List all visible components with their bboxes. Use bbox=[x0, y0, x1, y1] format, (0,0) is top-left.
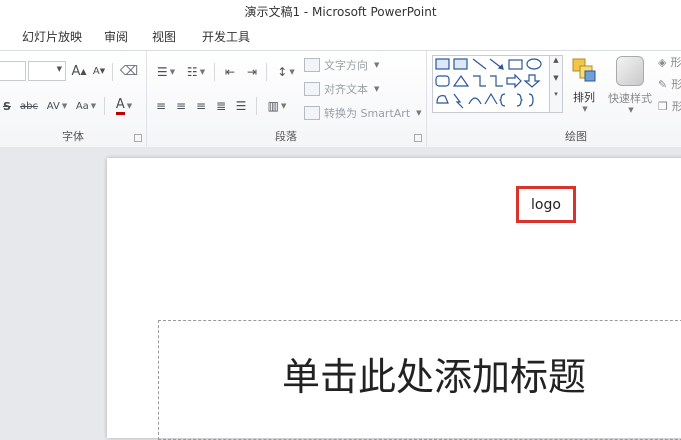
quick-styles-icon bbox=[616, 56, 644, 86]
font-dialog-launcher[interactable] bbox=[134, 134, 142, 142]
increase-indent-button[interactable]: ⇥ bbox=[242, 61, 262, 83]
line-spacing-icon: ↕ bbox=[277, 65, 288, 79]
pencil-icon: ✎ bbox=[658, 77, 668, 91]
scroll-down-icon[interactable]: ▼ bbox=[550, 74, 562, 82]
chevron-down-icon: ▼ bbox=[280, 102, 287, 110]
arrange-button[interactable]: 排列 ▼ bbox=[566, 52, 602, 118]
justify-icon: ≣ bbox=[215, 99, 227, 113]
shapes-gallery[interactable] bbox=[432, 55, 550, 113]
tab-view[interactable]: 视图 bbox=[152, 28, 176, 45]
shape-fill-button[interactable]: ◈ 形 bbox=[658, 54, 681, 70]
strikethrough-button[interactable]: S bbox=[0, 95, 14, 117]
paint-bucket-icon: ◈ bbox=[658, 55, 667, 69]
clear-format-button[interactable]: ⌫ bbox=[118, 60, 140, 82]
indent-icon: ⇥ bbox=[246, 65, 258, 79]
align-left-icon: ≡ bbox=[155, 99, 167, 113]
quick-styles-button[interactable]: 快速样式 ▼ bbox=[604, 52, 656, 118]
distributed-button[interactable]: ☰ bbox=[232, 95, 250, 117]
paragraph-group-label: 段落 bbox=[275, 130, 297, 143]
outdent-icon: ⇤ bbox=[224, 65, 236, 79]
bullet-list-icon: ☰ bbox=[156, 65, 168, 79]
text-direction-icon bbox=[304, 58, 320, 72]
shapes-gallery-scroll[interactable]: ▲ ▼ ▾ bbox=[549, 55, 563, 113]
align-center-icon: ≡ bbox=[175, 99, 187, 113]
shape-effects-button[interactable]: ❒ 形 bbox=[658, 98, 681, 114]
chevron-down-icon: ▼ bbox=[199, 68, 206, 76]
divider bbox=[112, 63, 113, 81]
font-group: ▼ A ▲ A ▼ ⌫ S abc AV ▼ Aa ▼ A ▼ 字体 bbox=[0, 51, 147, 147]
logo-textbox[interactable]: logo bbox=[516, 186, 576, 223]
chevron-down-icon: ▼ bbox=[126, 102, 133, 110]
chevron-down-icon: ▼ bbox=[90, 102, 97, 110]
justify-button[interactable]: ≣ bbox=[212, 95, 230, 117]
columns-button[interactable]: ▥ ▼ bbox=[262, 95, 292, 117]
chevron-down-icon: ▼ bbox=[374, 85, 380, 93]
align-text-button[interactable]: 对齐文本 ▼ bbox=[304, 81, 379, 97]
numbered-list-icon: ☷ bbox=[186, 65, 198, 79]
tab-developer[interactable]: 开发工具 bbox=[202, 28, 250, 45]
shadow-abc-button[interactable]: abc bbox=[16, 95, 42, 117]
font-size-field[interactable]: ▼ bbox=[28, 61, 66, 81]
tab-slideshow[interactable]: 幻灯片放映 bbox=[22, 28, 82, 45]
chevron-down-icon: ▼ bbox=[582, 105, 588, 113]
shrink-font-button[interactable]: A ▼ bbox=[90, 60, 108, 82]
divider bbox=[214, 63, 215, 81]
text-direction-button[interactable]: 文字方向 ▼ bbox=[304, 57, 379, 73]
char-spacing-button[interactable]: AV ▼ bbox=[44, 95, 70, 117]
divider bbox=[266, 63, 267, 81]
title-bar: 演示文稿1 - Microsoft PowerPoint bbox=[0, 0, 681, 24]
chevron-down-icon: ▼ bbox=[374, 61, 380, 69]
chevron-down-icon: ▼ bbox=[628, 106, 634, 114]
columns-icon: ▥ bbox=[267, 99, 279, 113]
distributed-icon: ☰ bbox=[235, 99, 247, 113]
font-name-field[interactable] bbox=[0, 61, 26, 81]
paragraph-dialog-launcher[interactable] bbox=[414, 134, 422, 142]
effects-icon: ❒ bbox=[658, 99, 668, 113]
logo-text: logo bbox=[531, 196, 561, 213]
align-left-button[interactable]: ≡ bbox=[152, 95, 170, 117]
gallery-more-icon[interactable]: ▾ bbox=[550, 90, 562, 98]
font-group-label: 字体 bbox=[62, 130, 84, 143]
chevron-down-icon: ▼ bbox=[61, 102, 68, 110]
chevron-down-icon: ▼ bbox=[289, 68, 295, 76]
numbering-button[interactable]: ☷ ▼ bbox=[182, 61, 210, 83]
change-case-button[interactable]: Aa ▼ bbox=[72, 95, 100, 117]
chevron-down-icon: ▼ bbox=[169, 68, 176, 76]
decrease-indent-button[interactable]: ⇤ bbox=[220, 61, 240, 83]
drawing-group-label: 绘图 bbox=[565, 130, 587, 143]
arrange-icon bbox=[572, 58, 596, 82]
arrow-down-icon: ▼ bbox=[99, 67, 106, 75]
divider bbox=[104, 97, 105, 115]
convert-smartart-button[interactable]: 转换为 SmartArt ▼ bbox=[304, 105, 422, 121]
scroll-up-icon[interactable]: ▲ bbox=[550, 56, 562, 64]
ribbon-tabs: 幻灯片放映 审阅 视图 开发工具 bbox=[0, 24, 681, 50]
window-title: 演示文稿1 - Microsoft PowerPoint bbox=[244, 5, 437, 19]
smartart-icon bbox=[304, 106, 320, 120]
line-spacing-button[interactable]: ↕ ▼ bbox=[272, 61, 300, 83]
bullets-button[interactable]: ☰ ▼ bbox=[152, 61, 180, 83]
align-right-icon: ≡ bbox=[195, 99, 207, 113]
tab-review[interactable]: 审阅 bbox=[104, 28, 128, 45]
paragraph-group: ☰ ▼ ☷ ▼ ⇤ ⇥ ↕ ▼ ≡ ≡ ≡ ≣ ☰ ▥ ▼ 文字方向 ▼ 对齐文… bbox=[146, 51, 427, 147]
chevron-down-icon: ▼ bbox=[416, 109, 422, 117]
title-placeholder-text: 单击此处添加标题 bbox=[282, 355, 587, 399]
align-text-icon bbox=[304, 82, 320, 96]
divider bbox=[256, 97, 257, 115]
align-center-button[interactable]: ≡ bbox=[172, 95, 190, 117]
shapes-gallery-icons bbox=[435, 58, 542, 109]
arrow-up-icon: ▲ bbox=[80, 66, 87, 76]
grow-font-button[interactable]: A ▲ bbox=[70, 60, 88, 82]
font-color-button[interactable]: A ▼ bbox=[110, 95, 138, 117]
align-right-button[interactable]: ≡ bbox=[192, 95, 210, 117]
chevron-down-icon: ▼ bbox=[56, 65, 62, 73]
shape-outline-button[interactable]: ✎ 形 bbox=[658, 76, 681, 92]
eraser-icon: ⌫ bbox=[119, 63, 139, 79]
